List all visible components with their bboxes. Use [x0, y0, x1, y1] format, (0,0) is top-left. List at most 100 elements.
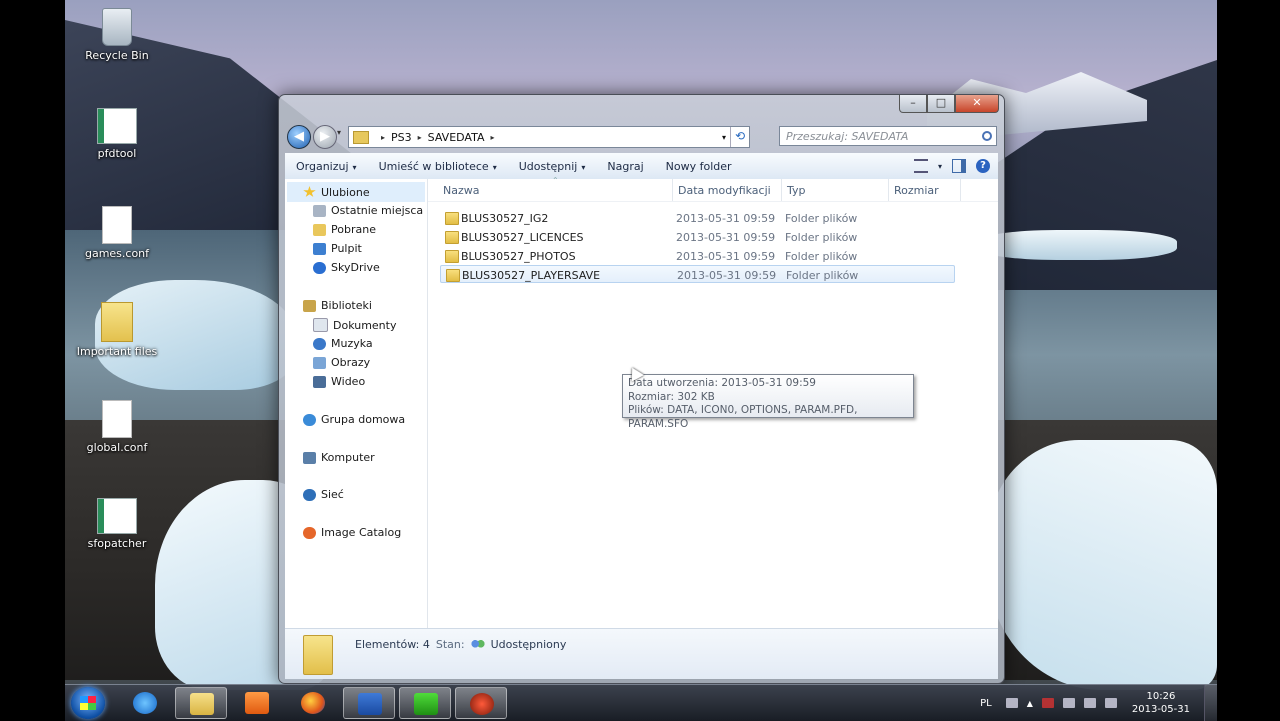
desktop-icon-label: pfdtool [97, 147, 137, 160]
desktop-icon-pfdtool[interactable]: pfdtool [67, 108, 167, 160]
desktop-icon-sfopatcher[interactable]: sfopatcher [67, 498, 167, 550]
nav-label: Image Catalog [321, 526, 402, 539]
file-type: Folder plików [785, 212, 858, 225]
minimize-button[interactable]: – [899, 95, 927, 113]
usb-icon[interactable] [1062, 698, 1075, 708]
nav-image-catalog[interactable]: Image Catalog [303, 526, 401, 539]
keyboard-icon[interactable] [1005, 698, 1018, 708]
nav-videos[interactable]: Wideo [313, 375, 365, 388]
language-indicator[interactable]: PL [980, 698, 992, 709]
desktop-icon-label: Important files [76, 345, 158, 358]
help-icon[interactable]: ? [976, 159, 990, 173]
breadcrumb-separator[interactable]: ▸ [490, 133, 494, 142]
desktop-icon-games-conf[interactable]: games.conf [67, 206, 167, 260]
clock[interactable]: 10:26 2013-05-31 [1132, 690, 1190, 716]
desktop-icon-recycle-bin[interactable]: Recycle Bin [67, 8, 167, 62]
image-catalog-icon [303, 526, 316, 539]
breadcrumb-separator[interactable]: ▸ [418, 133, 422, 142]
clock-time: 10:26 [1146, 691, 1176, 702]
share-label: Udostępnij [518, 159, 578, 173]
column-header-modified[interactable]: Data modyfikacji [678, 184, 771, 197]
nav-label: Sieć [321, 488, 344, 501]
desktop-icon-important-files[interactable]: Important files [67, 302, 167, 358]
address-bar[interactable]: ▸ PS3 ▸ SAVEDATA ▸ ▾ ⟲ [348, 126, 750, 148]
organize-label: Organizuj [296, 159, 349, 173]
column-header-size[interactable]: Rozmiar [894, 184, 939, 197]
taskbar-word[interactable] [343, 687, 395, 719]
file-row[interactable]: BLUS30527_PHOTOS 2013-05-31 09:59 Folder… [440, 247, 955, 265]
nav-network[interactable]: Sieć [303, 488, 344, 501]
nav-music[interactable]: Muzyka [313, 337, 373, 350]
start-button[interactable] [71, 687, 105, 719]
taskbar-file-explorer[interactable] [175, 687, 227, 719]
address-dropdown[interactable]: ▾ [718, 133, 730, 142]
column-header-name[interactable]: Nazwa [443, 184, 479, 197]
folder-tooltip: Data utworzenia: 2013-05-31 09:59 Rozmia… [622, 374, 914, 430]
file-row[interactable]: BLUS30527_IG2 2013-05-31 09:59 Folder pl… [440, 209, 955, 227]
nav-label: Obrazy [331, 356, 371, 369]
share-button[interactable]: Udostępnij ▾ [508, 160, 597, 173]
back-button[interactable]: ◀ [287, 125, 311, 149]
show-hidden-icons-icon[interactable]: ▲ [1027, 699, 1033, 708]
search-input[interactable]: Przeszukaj: SAVEDATA [779, 126, 997, 146]
organize-button[interactable]: Organizuj ▾ [285, 160, 368, 173]
network-icon [303, 488, 316, 501]
taskbar-green-app[interactable] [399, 687, 451, 719]
taskbar: PL ▲ 10:26 2013-05-31 [65, 684, 1217, 721]
file-modified: 2013-05-31 09:59 [676, 250, 776, 263]
taskbar-firefox[interactable] [287, 687, 339, 719]
breadcrumb-separator[interactable]: ▸ [381, 133, 385, 142]
action-center-icon[interactable] [1041, 698, 1054, 708]
details-pane: Elementów: 4 Stan: Udostępniony [285, 628, 998, 679]
search-icon[interactable] [982, 131, 992, 141]
volume-icon[interactable] [1104, 698, 1117, 708]
nav-recent-places[interactable]: Ostatnie miejsca [313, 204, 423, 217]
nav-desktop[interactable]: Pulpit [313, 242, 362, 255]
file-modified: 2013-05-31 09:59 [676, 231, 776, 244]
file-row-hovered[interactable]: BLUS30527_PLAYERSAVE 2013-05-31 09:59 Fo… [440, 265, 955, 283]
recent-pages-dropdown[interactable]: ▾ [337, 128, 341, 137]
desktop-icon-label: global.conf [86, 441, 148, 454]
command-toolbar: Organizuj ▾ Umieść w bibliotece ▾ Udostępn… [285, 153, 998, 180]
breadcrumb-savedata[interactable]: SAVEDATA [428, 131, 485, 144]
recycle-bin-icon [102, 8, 132, 46]
taskbar-red-app[interactable] [455, 687, 507, 719]
desktop-icon-global-conf[interactable]: global.conf [67, 400, 167, 454]
preview-pane-icon[interactable] [952, 159, 966, 173]
nav-documents[interactable]: Dokumenty [313, 318, 396, 332]
state-value: Udostępniony [490, 638, 567, 651]
burn-button[interactable]: Nagraj [596, 160, 654, 173]
file-modified: 2013-05-31 09:59 [677, 269, 777, 282]
taskbar-internet-explorer[interactable] [119, 687, 171, 719]
file-row[interactable]: BLUS30527_LICENCES 2013-05-31 09:59 Fold… [440, 228, 955, 246]
close-button[interactable]: ✕ [955, 95, 999, 113]
file-type: Folder plików [785, 250, 858, 263]
nav-libraries[interactable]: Biblioteki [303, 299, 372, 312]
nav-pictures[interactable]: Obrazy [313, 356, 370, 369]
column-header-type[interactable]: Typ [787, 184, 806, 197]
change-view-icon[interactable] [913, 159, 928, 173]
nav-homegroup[interactable]: Grupa domowa [303, 413, 405, 426]
window-controls: – □ ✕ [899, 95, 999, 113]
documents-icon [313, 318, 328, 332]
nav-downloads[interactable]: Pobrane [313, 223, 376, 236]
nav-skydrive[interactable]: SkyDrive [313, 261, 380, 274]
app-icon [97, 498, 137, 534]
forward-button[interactable]: ▶ [313, 125, 337, 149]
refresh-icon[interactable]: ⟲ [730, 127, 749, 147]
computer-icon [303, 451, 316, 464]
show-desktop-button[interactable] [1204, 685, 1217, 721]
navigation-pane: Ulubione Ostatnie miejsca Pobrane Pulpit… [285, 179, 428, 628]
network-signal-icon[interactable] [1083, 698, 1096, 708]
tooltip-size: Rozmiar: 302 KB [628, 390, 715, 403]
breadcrumb-ps3[interactable]: PS3 [391, 131, 412, 144]
maximize-button[interactable]: □ [927, 95, 955, 113]
file-name: BLUS30527_LICENCES [461, 231, 584, 244]
new-folder-button[interactable]: Nowy folder [655, 160, 743, 173]
nav-computer[interactable]: Komputer [303, 451, 375, 464]
document-icon [102, 206, 132, 244]
include-in-library-button[interactable]: Umieść w bibliotece ▾ [368, 160, 508, 173]
chevron-down-icon[interactable]: ▾ [938, 162, 942, 171]
nav-favorites[interactable]: Ulubione [287, 182, 425, 202]
taskbar-media-player[interactable] [231, 687, 283, 719]
